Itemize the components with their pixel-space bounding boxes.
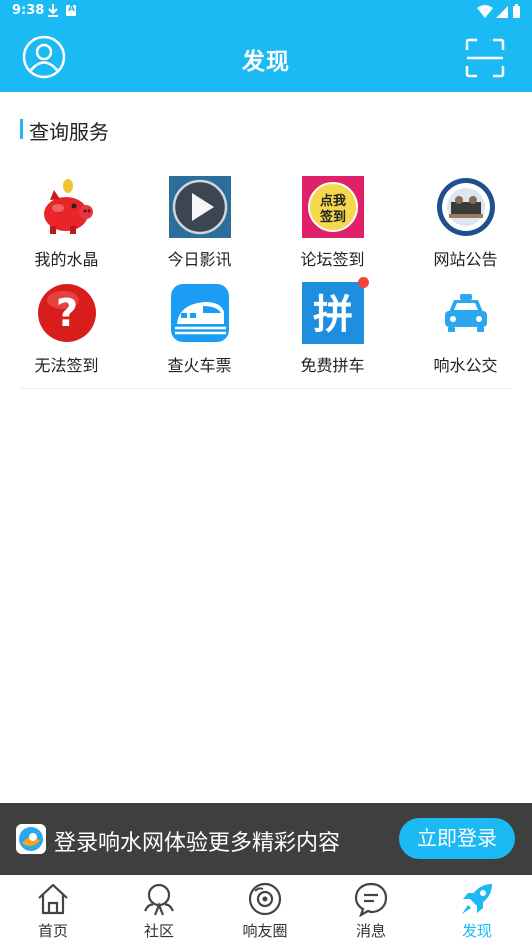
scan-icon[interactable] <box>465 38 505 78</box>
svg-text:?: ? <box>56 291 78 335</box>
service-label: 响水公交 <box>433 356 498 375</box>
home-icon <box>38 883 68 915</box>
tab-home[interactable]: 首页 <box>0 875 106 945</box>
bottom-tab-bar: 首页 社区 响友圈 消息 发现 <box>0 875 532 945</box>
service-cannot-checkin[interactable]: ? 无法签到 <box>0 276 133 376</box>
service-my-crystal[interactable]: 我的水晶 <box>0 170 133 270</box>
service-label: 免费拼车 <box>300 356 365 375</box>
tab-community[interactable]: 社区 <box>106 875 212 945</box>
rocket-icon <box>462 884 492 914</box>
tab-label: 响友圈 <box>242 922 288 940</box>
checkin-badge-icon: 点我 签到 <box>302 176 364 238</box>
service-label: 今日影讯 <box>167 250 232 269</box>
tab-label: 社区 <box>143 922 174 940</box>
checkin-badge-line1: 点我 <box>320 193 346 209</box>
tab-messages[interactable]: 消息 <box>318 875 424 945</box>
section-accent-bar <box>20 119 23 139</box>
service-forum-checkin[interactable]: 点我 签到 论坛签到 <box>266 170 399 270</box>
train-icon <box>171 284 229 342</box>
tab-discover[interactable]: 发现 <box>424 875 530 945</box>
carpool-icon: 拼 <box>302 282 364 344</box>
tab-friend-circle[interactable]: 响友圈 <box>212 875 318 945</box>
login-prompt-text: 登录响水网体验更多精彩内容 <box>54 831 341 856</box>
service-label: 网站公告 <box>433 250 498 269</box>
new-badge-dot <box>358 277 369 288</box>
service-label: 查火车票 <box>167 356 232 375</box>
service-today-movies[interactable]: 今日影讯 <box>133 170 266 270</box>
login-button[interactable]: 立即登录 <box>399 818 515 859</box>
app-bar: 发现 <box>0 24 532 92</box>
login-banner: 登录响水网体验更多精彩内容 立即登录 <box>0 803 532 875</box>
service-train-tickets[interactable]: 查火车票 <box>133 276 266 376</box>
tab-label: 消息 <box>355 922 386 940</box>
tab-label: 发现 <box>461 922 492 940</box>
download-icon <box>48 4 58 17</box>
tab-label: 首页 <box>37 922 68 940</box>
service-label: 我的水晶 <box>34 250 99 269</box>
service-label: 无法签到 <box>34 356 99 375</box>
section-title: 查询服务 <box>29 120 109 144</box>
checkin-badge-line2: 签到 <box>319 209 346 225</box>
page-title: 发现 <box>242 49 290 75</box>
service-label: 论坛签到 <box>300 250 365 269</box>
community-icon <box>144 883 174 916</box>
service-site-announcement[interactable]: 网站公告 <box>399 170 532 270</box>
play-video-icon <box>169 176 231 238</box>
grid-divider <box>20 388 512 389</box>
question-mark-icon: ? <box>38 284 96 342</box>
bus-icon <box>445 294 487 332</box>
signal-battery-icon <box>477 4 520 18</box>
notification-icon <box>66 4 76 16</box>
message-icon <box>354 882 388 917</box>
carpool-glyph: 拼 <box>313 292 353 338</box>
service-bus[interactable]: 响水公交 <box>399 276 532 376</box>
status-bar: 9:38 <box>0 0 532 24</box>
announcement-icon <box>435 176 497 238</box>
service-free-carpool[interactable]: 拼 免费拼车 <box>266 276 399 376</box>
piggy-bank-icon <box>36 176 98 238</box>
app-logo-icon <box>16 824 46 854</box>
circle-icon <box>248 882 282 916</box>
status-time: 9:38 <box>12 3 45 18</box>
